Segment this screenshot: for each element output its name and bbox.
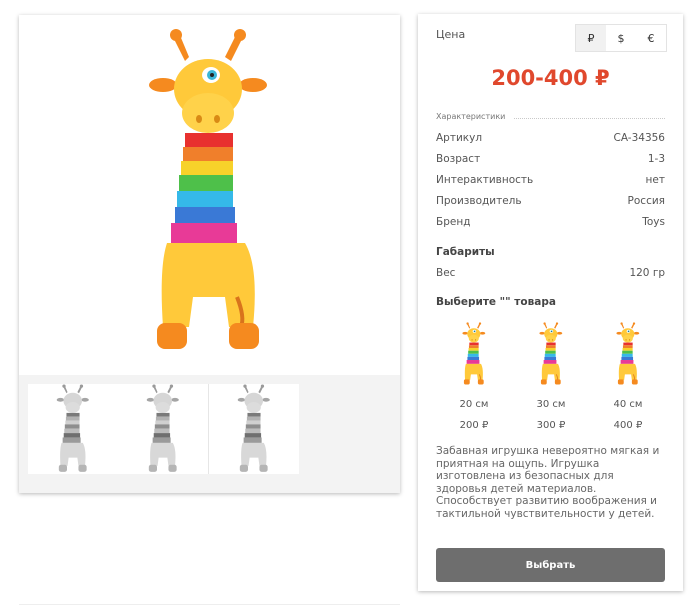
thumbnail-3[interactable] <box>208 384 299 474</box>
char-row-interactive: Интерактивность нет <box>436 174 665 188</box>
char-value: 1-3 <box>647 153 665 165</box>
divider <box>514 118 665 119</box>
char-row-article: Артикул CA-34356 <box>436 132 665 146</box>
thumbnail-1[interactable] <box>28 384 118 474</box>
currency-rub-button[interactable]: ₽ <box>576 25 606 51</box>
variant-20cm[interactable]: 20 см 200 ₽ <box>444 322 504 440</box>
price-value: 200-400 ₽ <box>491 66 610 90</box>
char-value: Toys <box>642 216 665 228</box>
bottom-divider <box>19 604 400 605</box>
currency-switch: ₽ $ € <box>575 24 667 52</box>
giraffe-thumb-image <box>56 384 89 472</box>
characteristics-title: Характеристики <box>436 112 506 121</box>
variant-size: 30 см <box>536 399 566 410</box>
variants-title: Выберите "" товара <box>436 296 556 308</box>
dimensions-title: Габариты <box>436 246 495 258</box>
char-row-brand: Бренд Toys <box>436 216 665 230</box>
giraffe-small-image <box>536 322 566 386</box>
price-label: Цена <box>436 28 466 41</box>
char-key: Возраст <box>436 153 481 165</box>
product-gallery <box>19 15 400 493</box>
variant-size: 20 см <box>459 399 489 410</box>
variant-40cm[interactable]: 40 см 400 ₽ <box>598 322 658 440</box>
giraffe-thumb-image <box>237 384 270 472</box>
thumbnail-2[interactable] <box>118 384 208 474</box>
giraffe-thumb-image <box>146 384 179 472</box>
char-row-age: Возраст 1-3 <box>436 153 665 167</box>
variant-price: 200 ₽ <box>459 420 489 431</box>
thumbnail-strip <box>19 375 400 493</box>
main-product-image[interactable] <box>19 15 400 375</box>
char-key: Артикул <box>436 132 483 144</box>
variant-price: 300 ₽ <box>536 420 566 431</box>
giraffe-small-image <box>459 322 489 386</box>
characteristics-header: Характеристики <box>436 112 665 124</box>
product-info-panel: Цена ₽ $ € 200-400 ₽ Характеристики Арти… <box>418 14 683 591</box>
variant-30cm[interactable]: 30 см 300 ₽ <box>521 322 581 440</box>
char-key: Бренд <box>436 216 471 228</box>
char-value: Россия <box>627 195 665 207</box>
product-description: Забавная игрушка невероятно мягкая и при… <box>436 445 660 520</box>
variant-price: 400 ₽ <box>613 420 643 431</box>
currency-eur-button[interactable]: € <box>636 25 666 51</box>
char-key: Производитель <box>436 195 522 207</box>
giraffe-small-image <box>613 322 643 386</box>
dim-key: Вес <box>436 267 456 279</box>
select-button[interactable]: Выбрать <box>436 548 665 582</box>
variant-size: 40 см <box>613 399 643 410</box>
giraffe-plush-image <box>149 27 269 357</box>
currency-usd-button[interactable]: $ <box>606 25 636 51</box>
dim-row-weight: Вес 120 гр <box>436 267 665 281</box>
char-row-manufacturer: Производитель Россия <box>436 195 665 209</box>
char-key: Интерактивность <box>436 174 534 186</box>
dim-value: 120 гр <box>629 267 665 279</box>
char-value: CA-34356 <box>613 132 665 144</box>
char-value: нет <box>645 174 665 186</box>
